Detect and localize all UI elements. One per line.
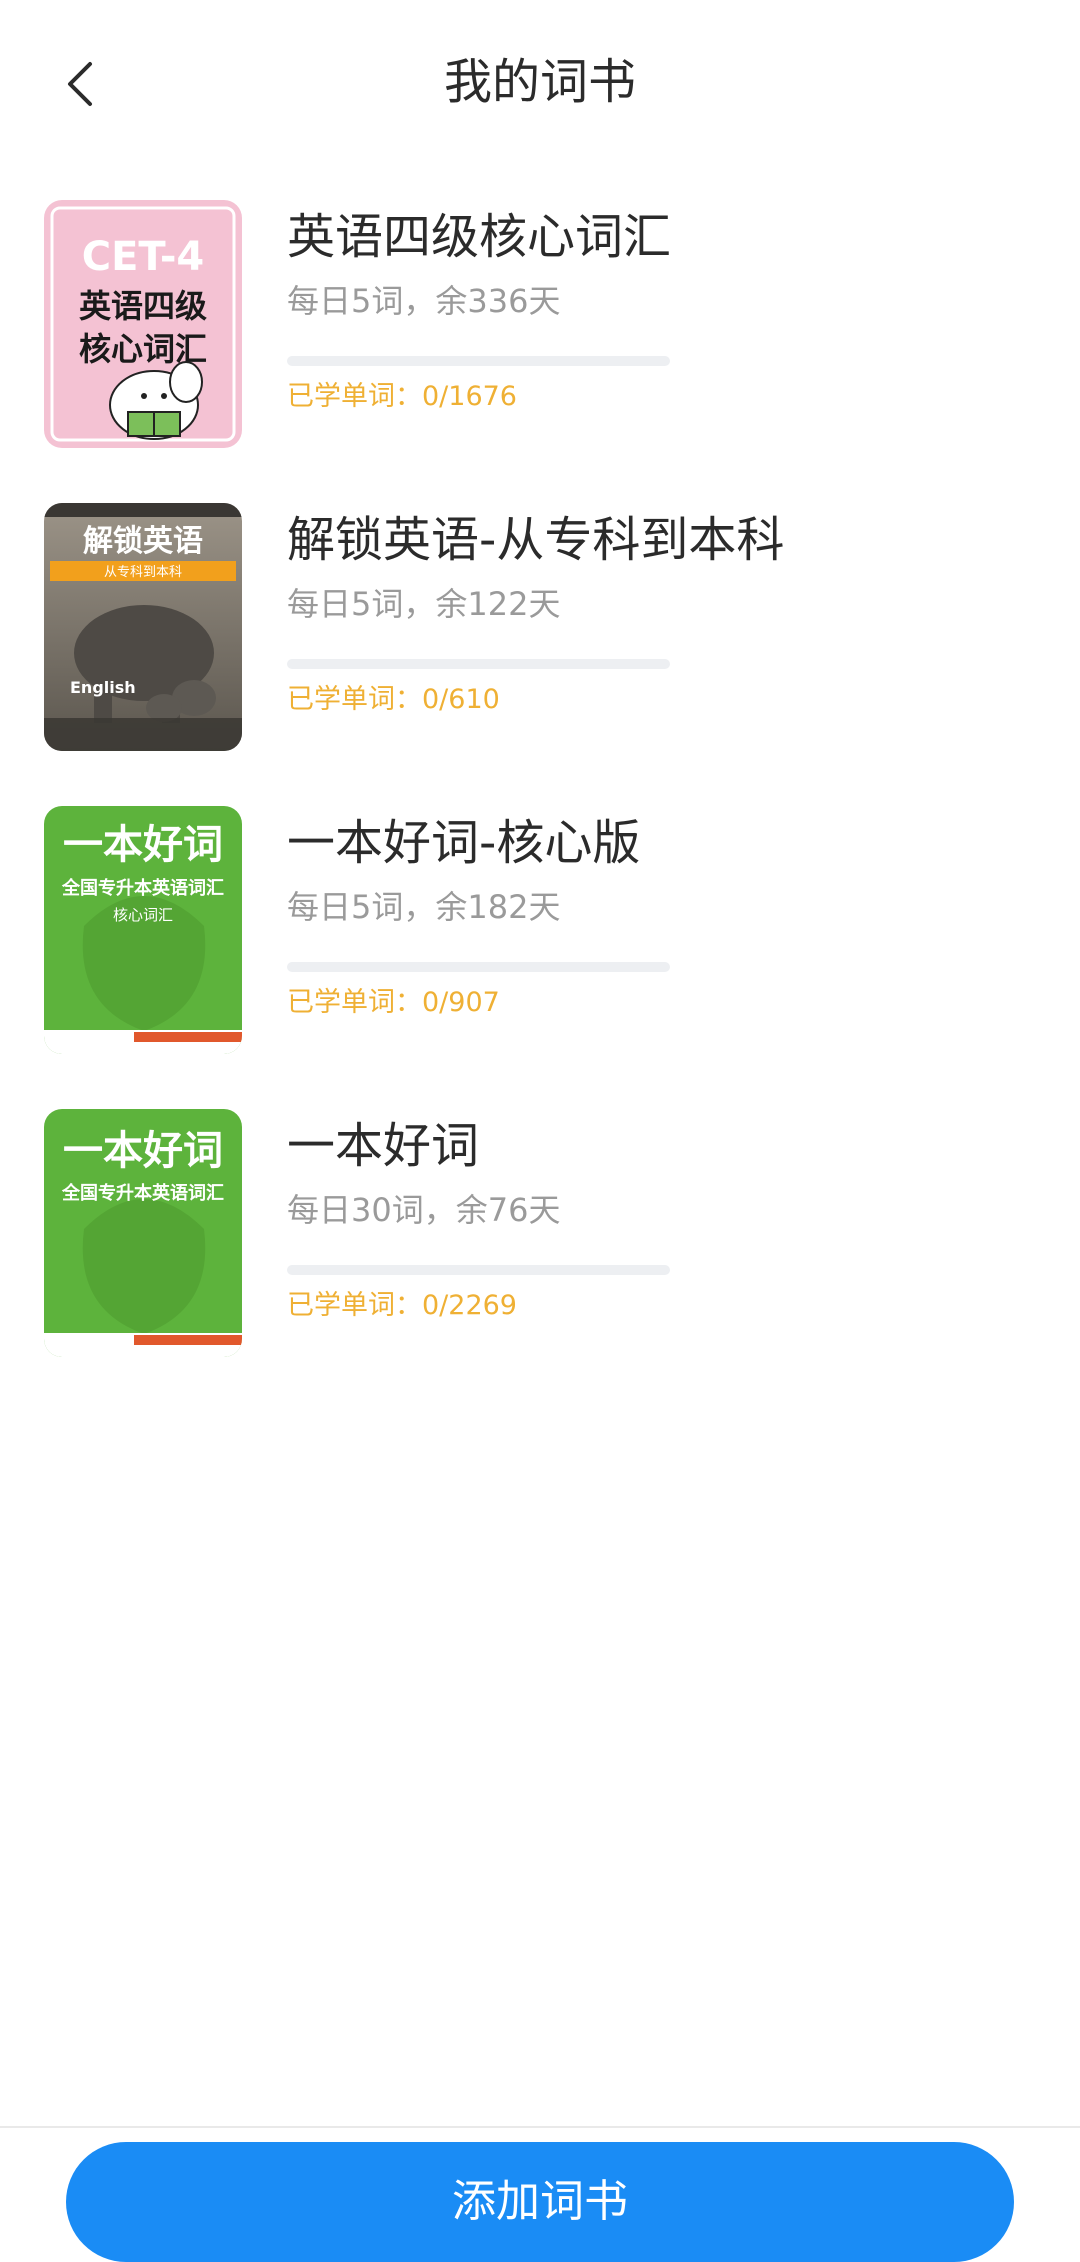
cover-subtitle: 全国专升本英语词汇 [61, 1182, 224, 1204]
book-title: 一本好词-核心版 [287, 815, 641, 871]
learned-words-count: 已学单词：0/1676 [287, 381, 517, 412]
learned-words-count: 已学单词：0/610 [287, 684, 500, 715]
cover-subtitle: 全国专升本英语词汇 [61, 877, 224, 899]
book-cover-cet4: CET-4 英语四级 核心词汇 [44, 200, 242, 448]
progress-bar [287, 659, 670, 669]
progress-bar [287, 1265, 670, 1275]
learned-words-count: 已学单词：0/907 [287, 987, 500, 1018]
book-item-unlock-english[interactable]: 解锁英语 从专科到本科 English 解锁英语-从专科到本科 每日5词，余12… [0, 503, 1080, 753]
book-title: 英语四级核心词汇 [287, 209, 672, 265]
header-bar: 我的词书 [0, 0, 1080, 170]
cover-title-line1: 解锁英语 [83, 524, 203, 559]
book-cover-yiben-haoci: 一本好词 全国专升本英语词汇 [44, 1109, 242, 1357]
book-item-yiben-haoci-core[interactable]: 一本好词 全国专升本英语词汇 核心词汇 一本好词-核心版 每日5词，余182天 … [0, 806, 1080, 1056]
cover-edition: 核心词汇 [113, 906, 173, 924]
book-daily-plan: 每日30词，余76天 [287, 1191, 561, 1229]
cover-subtitle: 从专科到本科 [104, 565, 182, 580]
cover-title-line1: 一本好词 [63, 822, 223, 868]
cover-title-line2: 英语四级 [79, 287, 207, 325]
book-title: 一本好词 [287, 1118, 480, 1174]
book-cover-unlock-english: 解锁英语 从专科到本科 English [44, 503, 242, 751]
book-daily-plan: 每日5词，余182天 [287, 888, 561, 926]
cover-title-line1: CET-4 [82, 234, 205, 280]
book-daily-plan: 每日5词，余122天 [287, 585, 561, 623]
book-title: 解锁英语-从专科到本科 [287, 512, 785, 568]
add-wordbook-button[interactable]: 添加词书 [66, 2142, 1014, 2262]
book-item-cet4[interactable]: CET-4 英语四级 核心词汇 英语四级核心词汇 每日5词，余336天 已学单词… [0, 200, 1080, 450]
book-cover-yiben-haoci-core: 一本好词 全国专升本英语词汇 核心词汇 [44, 806, 242, 1054]
progress-bar [287, 962, 670, 972]
book-daily-plan: 每日5词，余336天 [287, 282, 561, 320]
learned-words-count: 已学单词：0/2269 [287, 1290, 517, 1321]
cover-english-word: English [70, 678, 136, 697]
page-title: 我的词书 [443, 54, 636, 110]
bottom-divider [0, 2126, 1080, 2128]
book-item-yiben-haoci[interactable]: 一本好词 全国专升本英语词汇 一本好词 每日30词，余76天 已学单词：0/22… [0, 1109, 1080, 1359]
cover-title-line1: 一本好词 [63, 1128, 223, 1174]
progress-bar [287, 356, 670, 366]
